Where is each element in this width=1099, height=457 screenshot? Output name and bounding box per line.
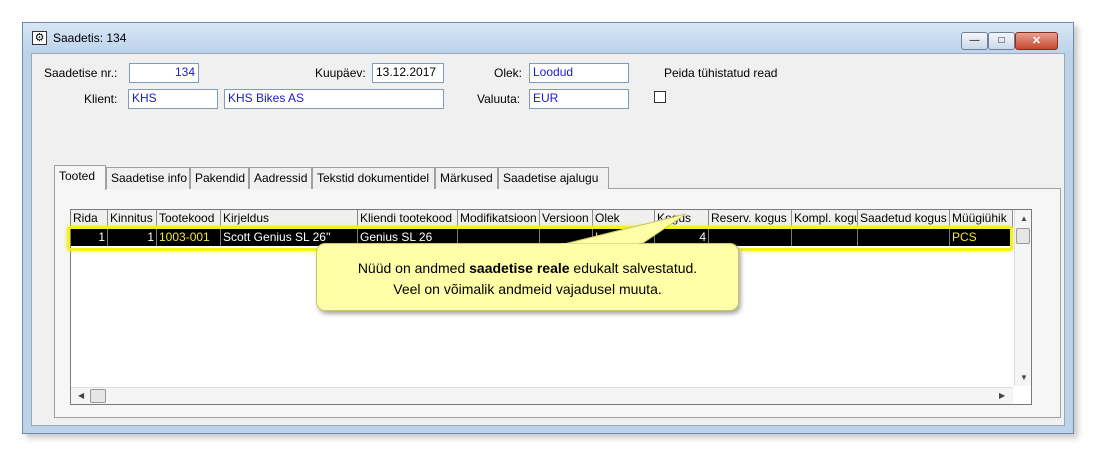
callout-pointer-join bbox=[561, 243, 639, 246]
tab-tooted[interactable]: Tooted bbox=[54, 165, 106, 190]
